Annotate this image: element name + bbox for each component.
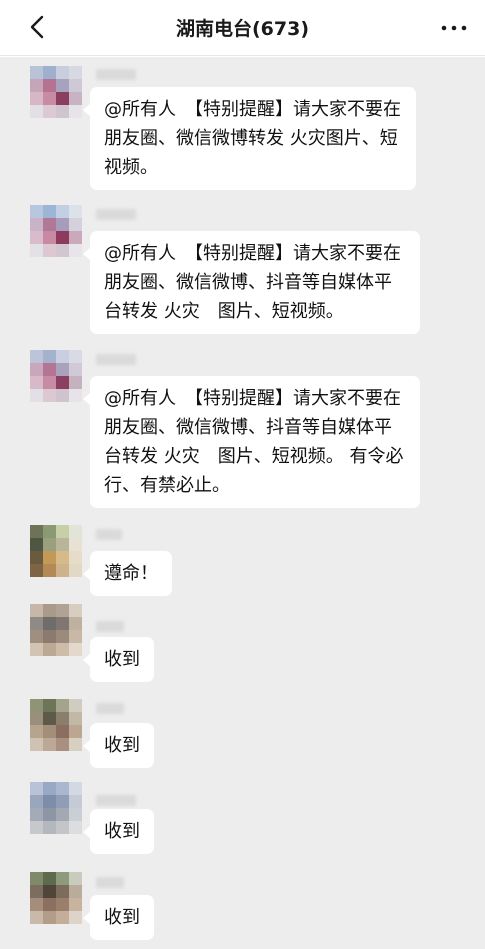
avatar[interactable] <box>30 205 82 257</box>
top-navigation-bar: 湖南电台(673) <box>0 0 485 56</box>
chat-title: 湖南电台(673) <box>175 18 310 40</box>
sender-name <box>96 209 136 220</box>
sender-name <box>96 69 136 80</box>
message-bubble[interactable]: 收到 <box>83 723 154 768</box>
avatar[interactable] <box>30 782 82 834</box>
avatar[interactable] <box>30 604 82 656</box>
avatar[interactable] <box>30 699 82 751</box>
sender-name <box>96 877 124 888</box>
sender-name <box>96 795 136 806</box>
message-bubble[interactable]: @所有人 【特别提醒】请大家不要在朋友圈、微信微博、抖音等自媒体平台转发 火灾 … <box>83 231 420 334</box>
message-bubble[interactable]: 收到 <box>83 637 154 682</box>
message-bubble[interactable]: 遵命！ <box>83 551 172 596</box>
sender-name <box>96 621 124 632</box>
ellipsis-icon[interactable] <box>439 14 469 42</box>
sender-name <box>96 354 136 365</box>
chat-message-list[interactable]: @所有人 【特别提醒】请大家不要在朋友圈、微信微博转发 火灾图片、短视频。 @所… <box>0 57 485 949</box>
message-bubble[interactable]: @所有人 【特别提醒】请大家不要在朋友圈、微信微博转发 火灾图片、短视频。 <box>83 87 416 190</box>
message-bubble[interactable]: @所有人 【特别提醒】请大家不要在朋友圈、微信微博、抖音等自媒体平台转发 火灾 … <box>83 376 420 508</box>
sender-name <box>96 529 122 540</box>
sender-name <box>96 703 124 714</box>
avatar[interactable] <box>30 525 82 577</box>
phone-screen: 湖南电台(673) @所有人 【特别提醒】请大家不要在朋友圈、微信微博转发 火灾… <box>0 0 485 949</box>
message-bubble[interactable]: 收到 <box>83 895 154 940</box>
avatar[interactable] <box>30 350 82 402</box>
avatar[interactable] <box>30 872 82 924</box>
message-bubble[interactable]: 收到 <box>83 809 154 854</box>
avatar[interactable] <box>30 66 82 118</box>
